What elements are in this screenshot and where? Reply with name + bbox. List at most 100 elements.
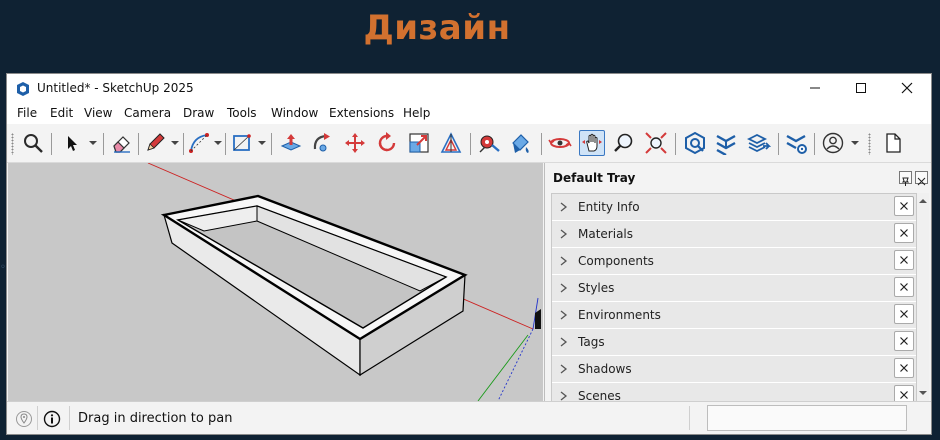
menu-extensions[interactable]: Extensions [329,106,394,120]
blue-axis-hidden [497,328,534,401]
modeling-viewport[interactable] [8,163,543,401]
maximize-button[interactable] [849,78,873,98]
panel-close-button[interactable] [894,196,914,216]
minimize-button[interactable] [803,78,827,98]
geolocation-button[interactable] [15,410,33,428]
panel-close-button[interactable] [894,250,914,270]
info-icon [43,410,61,428]
tray-pin-button[interactable] [899,171,912,186]
tray-item-tags[interactable]: Tags [552,329,916,355]
rotate-icon [378,132,396,152]
tape-measure-tool-button[interactable] [477,131,501,155]
toolbar-separator [138,133,139,155]
measurements-box[interactable] [707,405,907,431]
toolbar-grip[interactable] [11,133,14,155]
follow-me-tool-button[interactable] [310,131,334,155]
panel-close-button[interactable] [894,304,914,324]
zoom-icon [614,133,633,152]
select-arrow-icon [68,136,77,151]
line-tool-button[interactable] [143,131,167,155]
tray-model[interactable] [160,194,468,377]
main-toolbar [7,124,931,163]
panel-close-button[interactable] [894,358,914,378]
toolbar-separator [271,133,272,155]
search-button[interactable] [21,131,45,155]
zoom-tool-button[interactable] [612,131,636,155]
scale-icon [409,133,429,153]
offset-tool-button[interactable] [439,131,463,155]
chevron-down-icon[interactable] [171,140,179,146]
chevron-down-icon[interactable] [851,140,859,146]
status-separator [69,406,70,430]
menu-view[interactable]: View [84,106,112,120]
tray-item-environments[interactable]: Environments [552,302,916,328]
zoom-extents-tool-button[interactable] [644,131,668,155]
3d-warehouse-button[interactable] [683,131,707,155]
panel-close-button[interactable] [894,223,914,243]
menu-window[interactable]: Window [271,106,318,120]
toolbar-separator [103,133,104,155]
scale-tool-button[interactable] [407,131,431,155]
tray-item-shadows[interactable]: Shadows [552,356,916,382]
menu-tools[interactable]: Tools [227,106,257,120]
tray-item-materials[interactable]: Materials [552,221,916,247]
tray-close-button[interactable] [915,171,928,186]
extension-warehouse-button[interactable] [714,131,738,157]
chevron-right-icon [560,202,568,212]
chevron-right-icon [560,337,568,347]
instructor-button[interactable] [43,410,61,428]
panel-close-button[interactable] [894,277,914,297]
paint-bucket-tool-button[interactable] [509,131,533,155]
select-tool-button[interactable] [60,131,84,155]
panel-close-button[interactable] [894,331,914,351]
chevron-down-icon[interactable] [258,140,266,146]
tray-scrollbar[interactable] [917,193,929,401]
tray-item-entity-info[interactable]: Entity Info [552,194,916,220]
menu-help[interactable]: Help [403,106,430,120]
tray-title: Default Tray [553,171,636,185]
chevron-down-icon[interactable] [214,140,222,146]
pan-tool-button[interactable] [579,130,605,156]
rotate-tool-button[interactable] [375,131,399,155]
layout-button[interactable] [746,131,772,155]
menu-camera[interactable]: Camera [124,106,171,120]
zoom-extents-icon [645,132,667,154]
tray-item-label: Shadows [578,362,632,376]
user-icon [822,132,844,154]
account-button[interactable] [821,131,845,155]
tray-item-label: Environments [578,308,661,322]
menu-file[interactable]: File [17,106,37,120]
status-separator [689,406,690,430]
scroll-down-arrow-icon[interactable] [918,388,928,398]
close-icon [901,82,913,94]
move-tool-button[interactable] [343,131,367,155]
scroll-up-arrow-icon[interactable] [918,196,928,206]
arc-icon [189,133,209,153]
tray-item-scenes[interactable]: Scenes [552,383,916,402]
tray-item-components[interactable]: Components [552,248,916,274]
toolbar-grip[interactable] [868,133,871,155]
orbit-tool-button[interactable] [548,131,572,155]
eraser-icon [113,136,130,153]
location-pin-icon [16,411,32,427]
tray-item-styles[interactable]: Styles [552,275,916,301]
new-file-icon [886,133,901,153]
rectangle-tool-button[interactable] [230,131,254,155]
eraser-tool-button[interactable] [110,131,134,155]
default-tray: Default Tray Entity Info Materials Compo… [544,163,931,403]
extension-manager-icon [786,134,807,154]
tray-item-label: Components [578,254,654,268]
new-file-button[interactable] [881,131,905,155]
menu-draw[interactable]: Draw [183,106,214,120]
status-separator [37,406,38,430]
push-pull-tool-button[interactable] [279,131,303,155]
extension-manager-button[interactable] [784,131,808,155]
pencil-icon [147,133,165,151]
menu-edit[interactable]: Edit [50,106,73,120]
model-canvas[interactable] [8,163,543,401]
warehouse-icon [685,131,705,155]
tray-item-label: Tags [578,335,605,349]
arc-tool-button[interactable] [187,131,211,155]
chevron-down-icon[interactable] [89,140,97,146]
close-button[interactable] [895,78,919,98]
